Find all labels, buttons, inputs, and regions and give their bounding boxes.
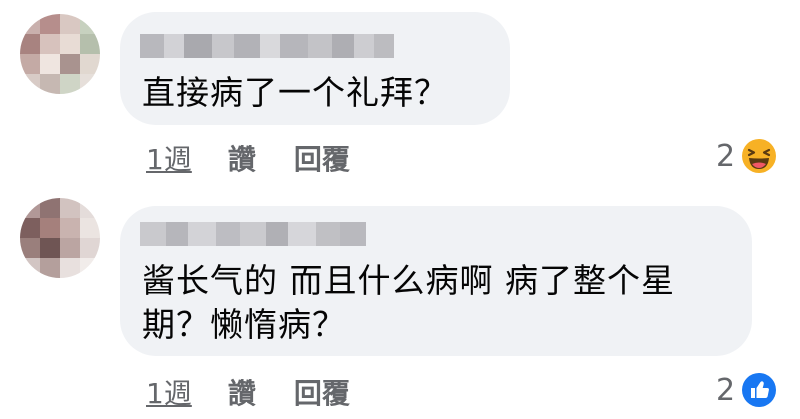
author-name[interactable] — [140, 34, 394, 58]
reaction-count: 2 — [716, 138, 736, 174]
comment-text-line-1: 酱长气的 而且什么病啊 病了整个星 — [142, 261, 675, 300]
like-button[interactable]: 讚 — [228, 138, 256, 178]
reply-button[interactable]: 回覆 — [294, 372, 350, 412]
comment-actions: 1週 讚 回覆 — [146, 138, 350, 178]
comment-text-line-2: 期？懒惰病？ — [142, 305, 346, 344]
avatar[interactable] — [20, 198, 100, 278]
haha-emoji-icon — [742, 139, 777, 173]
comment-text: 直接病了一个礼拜？ — [142, 73, 448, 112]
like-thumb-icon — [742, 373, 777, 407]
author-name[interactable] — [140, 222, 366, 246]
like-button[interactable]: 讚 — [228, 372, 256, 412]
reaction-count: 2 — [716, 372, 736, 408]
reaction-summary[interactable]: 2 — [716, 372, 777, 408]
comment-2: 酱长气的 而且什么病啊 病了整个星 期？懒惰病？ 1週 讚 回覆 2 — [0, 190, 800, 419]
comment-bubble: 酱长气的 而且什么病啊 病了整个星 期？懒惰病？ — [120, 206, 752, 356]
comment-bubble: 直接病了一个礼拜？ — [120, 12, 510, 125]
reply-button[interactable]: 回覆 — [294, 138, 350, 178]
reaction-summary[interactable]: 2 — [716, 138, 777, 174]
comment-1: 直接病了一个礼拜？ 1週 讚 回覆 2 — [0, 0, 800, 190]
timestamp-link[interactable]: 1週 — [146, 372, 192, 412]
comment-actions: 1週 讚 回覆 — [146, 372, 350, 412]
avatar[interactable] — [20, 14, 100, 94]
timestamp-link[interactable]: 1週 — [146, 138, 192, 178]
